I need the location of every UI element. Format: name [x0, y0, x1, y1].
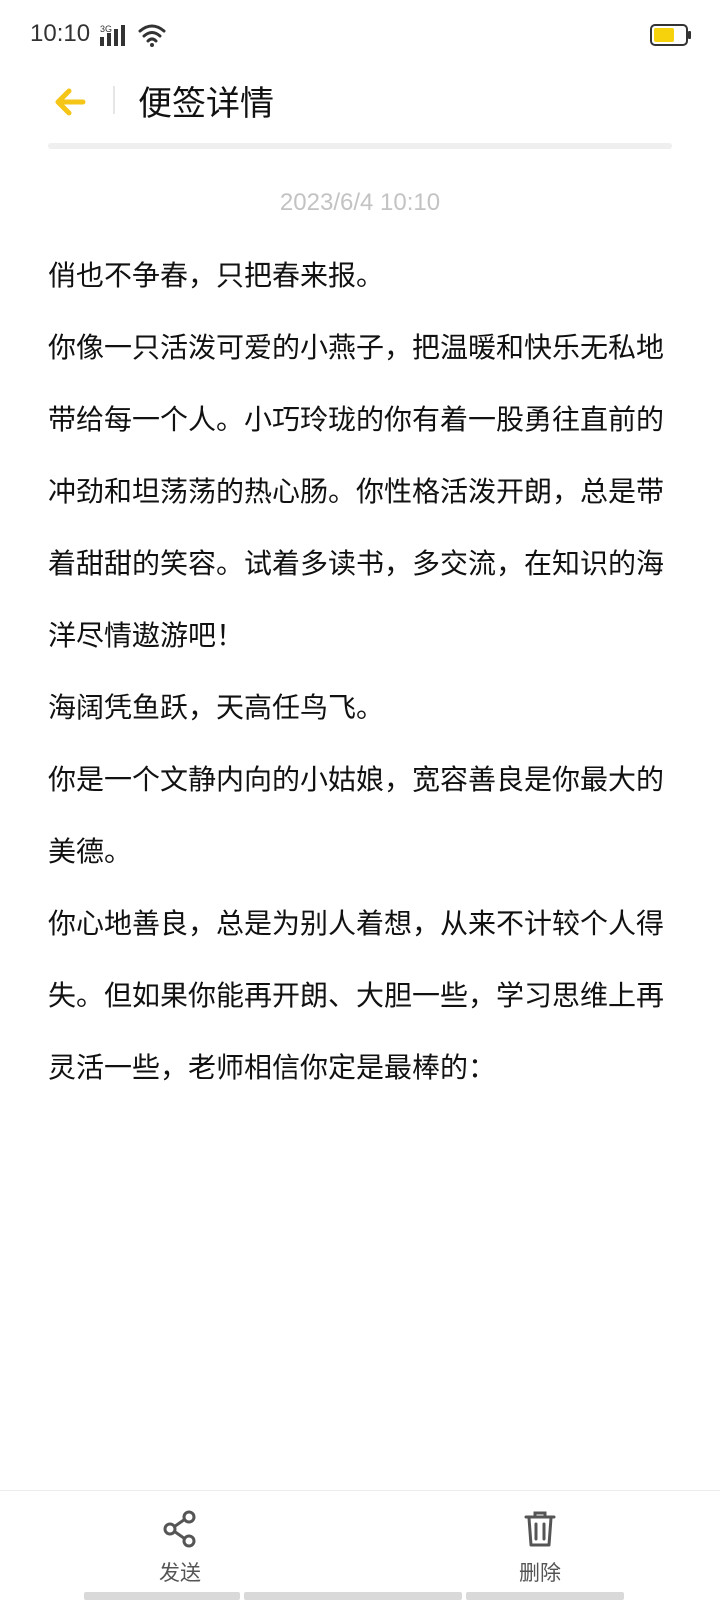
note-timestamp: 2023/6/4 10:10: [279, 189, 441, 216]
note-paragraph: 俏也不争春，只把春来报。: [48, 259, 385, 292]
status-time: 10:10: [30, 20, 91, 47]
send-button[interactable]: 发送: [120, 1509, 240, 1587]
back-button[interactable]: [48, 80, 92, 124]
note-paragraph: 你是一个文静内向的小姑娘，宽容善良是你最大的美德。: [48, 763, 665, 868]
network-type-label: 3G: [100, 24, 112, 34]
header-divider: [113, 86, 115, 114]
wifi-icon: [138, 24, 166, 47]
header: 便签详情: [0, 70, 720, 150]
share-icon: [163, 1510, 196, 1548]
page-title: 便签详情: [138, 84, 274, 124]
send-label: 发送: [159, 1561, 201, 1585]
signal-icon: 3G: [100, 24, 125, 46]
note-paragraph: 海阔凭鱼跃，天高任鸟飞。: [48, 691, 385, 724]
home-indicator-segment: [244, 1592, 462, 1600]
note-body[interactable]: 俏也不争春，只把春来报。 你像一只活泼可爱的小燕子，把温暖和快乐无私地带给每一个…: [48, 240, 678, 1104]
note-paragraph: 你像一只活泼可爱的小燕子，把温暖和快乐无私地带给每一个人。小巧玲珑的你有着一股勇…: [48, 331, 665, 652]
arrow-left-icon: [55, 88, 86, 116]
battery-icon: [650, 24, 691, 46]
delete-button[interactable]: 删除: [480, 1509, 600, 1587]
home-indicator[interactable]: [84, 1592, 636, 1600]
header-divider-line: [48, 143, 672, 149]
trash-icon: [524, 1511, 556, 1547]
home-indicator-segment: [84, 1592, 240, 1600]
delete-label: 删除: [519, 1561, 561, 1585]
home-indicator-segment: [466, 1592, 624, 1600]
note-paragraph: 你心地善良，总是为别人着想，从来不计较个人得失。但如果你能再开朗、大胆一些，学习…: [48, 907, 665, 1084]
bottom-action-bar: 发送 删除: [0, 1490, 720, 1601]
status-bar: 10:10 3G: [0, 0, 720, 70]
